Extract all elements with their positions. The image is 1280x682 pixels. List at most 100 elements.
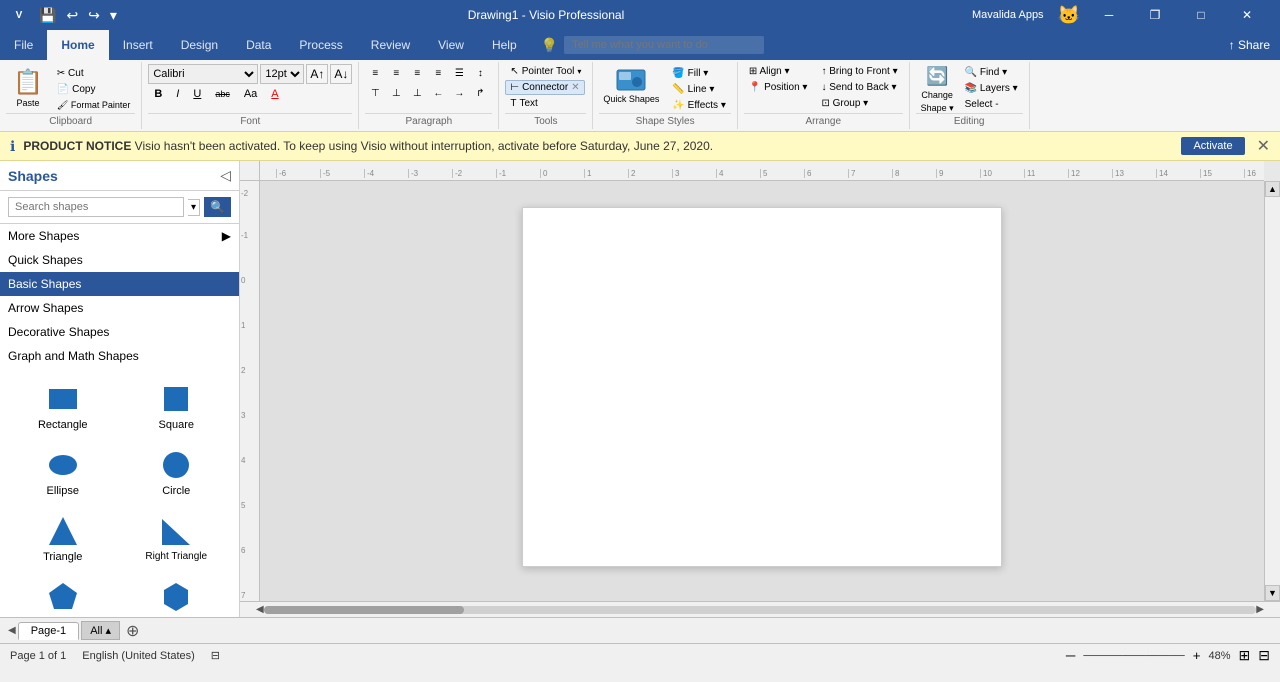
change-shape-button[interactable]: 🔄 Change Shape ▾ bbox=[916, 64, 959, 116]
indent-increase-button[interactable]: → bbox=[449, 84, 469, 102]
underline-button[interactable]: U bbox=[187, 86, 207, 102]
tab-design[interactable]: Design bbox=[167, 30, 232, 60]
shape-ellipse[interactable]: Ellipse bbox=[8, 442, 118, 504]
increase-font-button[interactable]: A↑ bbox=[306, 64, 328, 84]
scroll-left-button[interactable]: ◀ bbox=[256, 604, 264, 615]
h-scroll-track[interactable] bbox=[264, 606, 1257, 614]
align-left-button[interactable]: ≡ bbox=[365, 64, 385, 82]
font-family-select[interactable]: Calibri bbox=[148, 64, 258, 84]
font-color-button[interactable]: A bbox=[265, 86, 284, 102]
more-shapes-button[interactable]: More Shapes ▶ bbox=[0, 224, 239, 248]
canvas-scroll-area[interactable] bbox=[260, 181, 1264, 601]
select-button[interactable]: Select - bbox=[960, 97, 1023, 112]
page-scroll-left[interactable]: ◀ bbox=[8, 625, 16, 636]
strikethrough-button[interactable]: abc bbox=[209, 87, 236, 101]
paragraph-expand-button[interactable]: ↕ bbox=[470, 64, 490, 82]
font-case-button[interactable]: Aa bbox=[238, 86, 263, 102]
decrease-font-button[interactable]: A↓ bbox=[330, 64, 352, 84]
pointer-tool-button[interactable]: ↖ Pointer Tool ▾ bbox=[505, 64, 586, 79]
h-scroll-thumb[interactable] bbox=[264, 606, 464, 614]
copy-button[interactable]: 📄 Copy bbox=[52, 82, 135, 97]
page-tab-1[interactable]: Page-1 bbox=[18, 622, 79, 640]
notification-close-button[interactable]: ✕ bbox=[1257, 136, 1270, 156]
format-painter-button[interactable]: 🖌 Format Painter bbox=[52, 98, 135, 113]
tab-review[interactable]: Review bbox=[357, 30, 424, 60]
drawing-canvas[interactable] bbox=[522, 207, 1002, 567]
close-button[interactable]: ✕ bbox=[1224, 0, 1270, 30]
bring-to-front-button[interactable]: ↑ Bring to Front ▾ bbox=[816, 64, 902, 79]
tab-file[interactable]: File bbox=[0, 30, 47, 60]
connector-button[interactable]: ⊢ Connector ✕ bbox=[505, 80, 584, 95]
activate-button[interactable]: Activate bbox=[1181, 137, 1244, 155]
scroll-down-button[interactable]: ▼ bbox=[1265, 585, 1280, 601]
shape-circle[interactable]: Circle bbox=[122, 442, 232, 504]
text-direction-button[interactable]: ↱ bbox=[470, 84, 490, 102]
scroll-up-button[interactable]: ▲ bbox=[1265, 181, 1280, 197]
maximize-button[interactable]: □ bbox=[1178, 0, 1224, 30]
search-submit-button[interactable]: 🔍 bbox=[204, 197, 231, 217]
customize-button[interactable]: ▾ bbox=[107, 7, 120, 24]
redo-button[interactable]: ↪ bbox=[85, 7, 103, 24]
valign-middle-button[interactable]: ⊥ bbox=[386, 84, 406, 102]
zoom-in-button[interactable]: + bbox=[1193, 648, 1201, 663]
valign-top-button[interactable]: ⊤ bbox=[365, 84, 385, 102]
shape-hexagon[interactable]: Hexagon bbox=[122, 574, 232, 617]
paste-button[interactable]: 📋 Paste bbox=[6, 64, 50, 113]
bullet-list-button[interactable]: ☰ bbox=[449, 64, 469, 82]
restore-button[interactable]: ❐ bbox=[1132, 0, 1178, 30]
search-dropdown-button[interactable]: ▾ bbox=[188, 199, 200, 216]
shape-rectangle[interactable]: Rectangle bbox=[8, 376, 118, 438]
align-center-button[interactable]: ≡ bbox=[386, 64, 406, 82]
quick-shapes-button[interactable]: Quick Shapes bbox=[599, 64, 663, 108]
category-graph-math-shapes[interactable]: Graph and Math Shapes bbox=[0, 344, 239, 368]
page-all-tab[interactable]: All ▴ bbox=[81, 621, 120, 640]
tab-data[interactable]: Data bbox=[232, 30, 285, 60]
category-arrow-shapes[interactable]: Arrow Shapes bbox=[0, 296, 239, 320]
line-button[interactable]: 📏 Line ▾ bbox=[667, 82, 730, 97]
shape-square[interactable]: Square bbox=[122, 376, 232, 438]
font-size-select[interactable]: 12pt. bbox=[260, 64, 304, 84]
share-button[interactable]: ↑ Share bbox=[1219, 30, 1280, 60]
view-toggle-button[interactable]: ⊟ bbox=[1258, 647, 1270, 664]
shape-triangle[interactable]: Triangle bbox=[8, 508, 118, 570]
category-decorative-shapes[interactable]: Decorative Shapes bbox=[0, 320, 239, 344]
scroll-right-button[interactable]: ▶ bbox=[1256, 604, 1264, 615]
save-button[interactable]: 💾 bbox=[36, 7, 59, 24]
align-justify-button[interactable]: ≡ bbox=[428, 64, 448, 82]
tab-view[interactable]: View bbox=[424, 30, 478, 60]
bold-button[interactable]: B bbox=[148, 86, 168, 102]
category-decorative-shapes-label: Decorative Shapes bbox=[8, 325, 109, 339]
align-button[interactable]: ⊞ Align ▾ bbox=[744, 64, 813, 79]
find-button[interactable]: 🔍 Find ▾ bbox=[960, 65, 1023, 80]
shape-pentagon[interactable]: Pentagon bbox=[8, 574, 118, 617]
valign-bottom-button[interactable]: ⊥ bbox=[407, 84, 427, 102]
minimize-button[interactable]: ─ bbox=[1086, 0, 1132, 30]
send-to-back-button[interactable]: ↓ Send to Back ▾ bbox=[816, 80, 902, 95]
undo-button[interactable]: ↩ bbox=[63, 7, 81, 24]
align-right-button[interactable]: ≡ bbox=[407, 64, 427, 82]
text-tool-button[interactable]: T Text bbox=[505, 96, 542, 111]
group-button[interactable]: ⊡ Group ▾ bbox=[816, 96, 902, 111]
tab-insert[interactable]: Insert bbox=[109, 30, 167, 60]
italic-button[interactable]: I bbox=[170, 86, 185, 102]
category-basic-shapes[interactable]: Basic Shapes bbox=[0, 272, 239, 296]
shapes-collapse-button[interactable]: ◁ bbox=[220, 167, 231, 184]
fit-page-button[interactable]: ⊞ bbox=[1239, 647, 1251, 664]
tab-help[interactable]: Help bbox=[478, 30, 531, 60]
category-quick-shapes[interactable]: Quick Shapes bbox=[0, 248, 239, 272]
zoom-out-button[interactable]: ─ bbox=[1066, 648, 1075, 663]
fill-button[interactable]: 🪣 Fill ▾ bbox=[667, 66, 730, 81]
zoom-slider[interactable]: ───────────── bbox=[1083, 650, 1184, 662]
shape-right-triangle[interactable]: Right Triangle bbox=[122, 508, 232, 570]
indent-decrease-button[interactable]: ← bbox=[428, 84, 448, 102]
search-ribbon-input[interactable] bbox=[564, 36, 764, 54]
v-scroll-track[interactable] bbox=[1265, 197, 1280, 585]
add-page-button[interactable]: ⊕ bbox=[126, 621, 139, 641]
tab-home[interactable]: Home bbox=[47, 30, 108, 60]
layers-button[interactable]: 📚 Layers ▾ bbox=[960, 81, 1023, 96]
position-button[interactable]: 📍 Position ▾ bbox=[744, 80, 813, 95]
cut-button[interactable]: ✂ Cut bbox=[52, 66, 135, 81]
search-shapes-input[interactable] bbox=[8, 197, 184, 217]
effects-button[interactable]: ✨ Effects ▾ bbox=[667, 98, 730, 113]
tab-process[interactable]: Process bbox=[285, 30, 356, 60]
